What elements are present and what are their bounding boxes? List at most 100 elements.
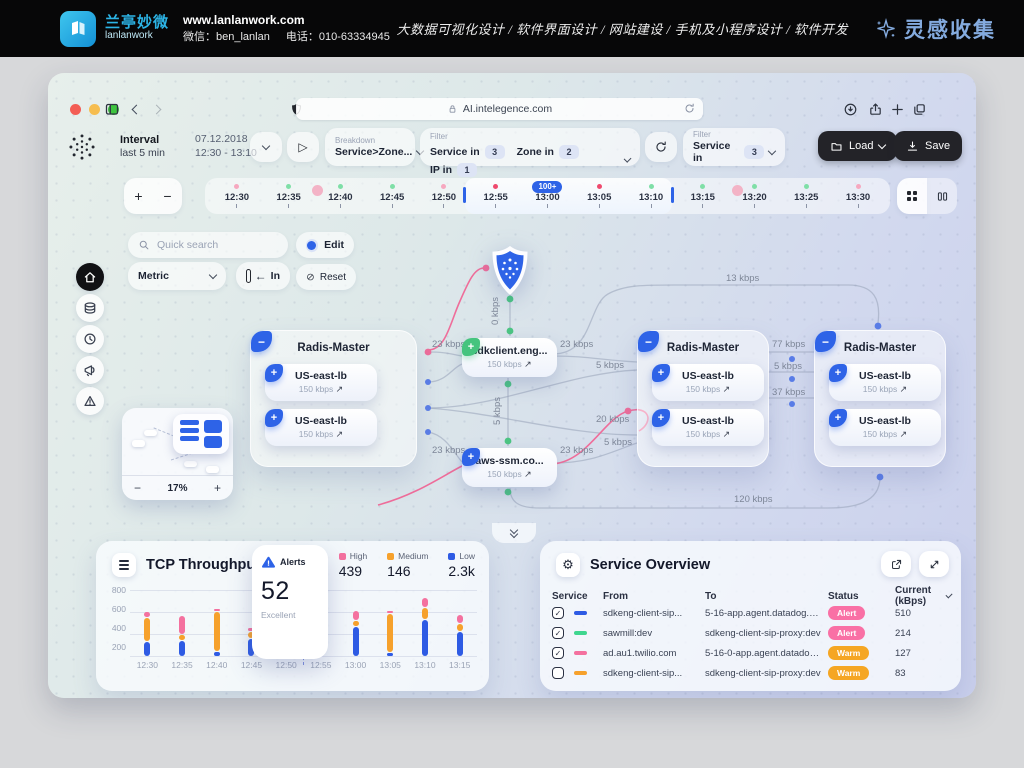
timeline-tick[interactable]: 13:05 (573, 182, 625, 214)
sidebar-item-warn[interactable] (76, 387, 104, 415)
expand-icon[interactable] (919, 551, 949, 577)
node-card[interactable]: +US-east-lb150 kbps ↗ (652, 364, 764, 401)
collapse-panels-button[interactable] (492, 523, 536, 543)
save-button[interactable]: Save (894, 131, 962, 161)
back-button[interactable] (126, 99, 146, 119)
gear-icon[interactable]: ⚙ (556, 553, 580, 577)
sidebar-toggle-icon[interactable] (102, 99, 122, 119)
play-button[interactable]: ▷ (287, 132, 319, 162)
new-tab-icon[interactable] (887, 99, 907, 119)
row-checkbox[interactable]: ✓ (552, 627, 564, 639)
sidebar-item-db[interactable] (76, 294, 104, 322)
filter2-dropdown[interactable]: Filter Service in3 (683, 128, 785, 166)
close-window-button[interactable] (70, 104, 81, 115)
node-group[interactable]: −Radis-Master+US-east-lb150 kbps ↗+US-ea… (637, 330, 769, 467)
app-logo-icon (66, 131, 98, 163)
timeline-tick[interactable]: 13:15 (677, 182, 729, 214)
minimap-zoom-out[interactable]: − (134, 481, 141, 495)
filter-dropdown[interactable]: Filter Service in3Zone in2IP in1 (420, 128, 640, 166)
table-row[interactable]: ✓sawmill:devsdkeng-client-sip-proxy:devA… (552, 623, 951, 643)
quick-search-input[interactable]: Quick search (128, 232, 288, 258)
bar-column[interactable]: 13:10 (408, 590, 443, 656)
downloads-icon[interactable] (840, 99, 860, 119)
node-card[interactable]: +US-east-lb150 kbps ↗ (829, 364, 941, 401)
row-checkbox[interactable]: ✓ (552, 607, 564, 619)
timeline-tick[interactable]: 13:30 (832, 182, 884, 214)
bar-column[interactable]: 12:30 (130, 590, 165, 656)
table-row[interactable]: ✓ad.au1.twilio.com5-16-0-app.agent.datad… (552, 643, 951, 663)
high-segment (457, 615, 463, 623)
zoom-out-button[interactable]: − (163, 188, 171, 204)
timeline-zoom-controls[interactable]: +− (124, 178, 182, 214)
timeline-tick[interactable]: 12:40 (315, 182, 367, 214)
minimap[interactable]: − 17% + (122, 408, 233, 500)
row-checkbox[interactable] (552, 667, 564, 679)
selection-left-handle[interactable] (463, 187, 466, 203)
timeline-tick[interactable]: 13:10 (625, 182, 677, 214)
bar-column[interactable]: 12:40 (199, 590, 234, 656)
chart-panel-icon[interactable] (112, 553, 136, 577)
tab-overview-icon[interactable] (909, 99, 929, 119)
count-badge: 1 (457, 163, 477, 177)
filter-chip[interactable]: Zone in2 (517, 145, 579, 159)
timeline-tick[interactable]: 12:30 (211, 182, 263, 214)
bar-column[interactable]: 12:35 (165, 590, 200, 656)
service-node[interactable]: +sdkclient.eng...150 kbps ↗ (462, 338, 557, 377)
grid-view-toggle[interactable] (897, 178, 927, 214)
table-row[interactable]: ✓sdkeng-client-sip...5-16-app.agent.data… (552, 603, 951, 623)
sidebar-item-home[interactable] (76, 263, 104, 291)
split-view-toggle[interactable] (927, 178, 957, 214)
interval-control[interactable]: Interval last 5 min (120, 133, 165, 161)
minimap-zoom-in[interactable]: + (214, 481, 221, 495)
collapse-group-badge[interactable]: − (251, 331, 272, 352)
metric-dropdown[interactable]: Metric (128, 262, 226, 290)
share-icon[interactable] (865, 99, 885, 119)
forward-button[interactable] (146, 99, 166, 119)
collapse-group-badge[interactable]: − (638, 331, 659, 352)
bar-column[interactable]: 13:00 (338, 590, 373, 656)
node-card[interactable]: +US-east-lb150 kbps ↗ (265, 409, 377, 446)
minimap-viewport[interactable] (173, 414, 229, 454)
edge-direction-control[interactable]: ← In (236, 262, 290, 290)
timeline-tick[interactable]: 13:25 (780, 182, 832, 214)
selection-right-handle[interactable] (671, 187, 674, 203)
timeline-tick[interactable]: 12:55 (470, 182, 522, 214)
timeline-tick[interactable]: 12:50 (418, 182, 470, 214)
timeline-tick[interactable]: 100+13:00 (522, 182, 574, 214)
sidebar-item-mega[interactable] (76, 356, 104, 384)
address-bar[interactable]: AI.intelegence.com (296, 98, 703, 120)
filter-chip[interactable]: Service in3 (430, 145, 505, 159)
bar-column[interactable]: 13:15 (442, 590, 477, 656)
breakdown-dropdown[interactable]: Breakdown Service>Zone... (325, 128, 415, 166)
reload-icon[interactable] (683, 102, 696, 118)
tick-dot-slot (597, 182, 602, 191)
filter-chip[interactable]: IP in1 (430, 163, 477, 177)
firewall-shield-node[interactable] (484, 243, 536, 299)
row-checkbox[interactable]: ✓ (552, 647, 564, 659)
timeline-tick[interactable]: 12:45 (366, 182, 418, 214)
timeline-tick[interactable]: 12:35 (263, 182, 315, 214)
minimize-window-button[interactable] (89, 104, 100, 115)
bar-column[interactable]: 13:05 (373, 590, 408, 656)
load-button[interactable]: Load (818, 131, 897, 161)
refresh-button[interactable] (645, 132, 677, 162)
reset-button[interactable]: Reset (296, 264, 356, 290)
zoom-in-button[interactable]: + (134, 188, 142, 204)
edit-toggle[interactable]: Edit (296, 232, 354, 258)
collapse-group-badge[interactable]: − (815, 331, 836, 352)
edit-switch[interactable] (306, 239, 318, 252)
timeline[interactable]: 12:3012:3512:4012:4512:5012:55100+13:001… (205, 178, 890, 214)
node-card[interactable]: +US-east-lb150 kbps ↗ (652, 409, 764, 446)
timeline-tick[interactable]: 13:20 (729, 182, 781, 214)
node-value: 150 kbps ↗ (833, 429, 937, 440)
service-node[interactable]: +aws-ssm.co...150 kbps ↗ (462, 448, 557, 487)
node-card[interactable]: +US-east-lb150 kbps ↗ (829, 409, 941, 446)
interval-dropdown-button[interactable] (250, 132, 282, 162)
sidebar-item-clock[interactable] (76, 325, 104, 353)
table-row[interactable]: sdkeng-client-sip...sdkeng-client-sip-pr… (552, 663, 951, 683)
open-external-icon[interactable] (881, 551, 911, 577)
node-card[interactable]: +US-east-lb150 kbps ↗ (265, 364, 377, 401)
node-group[interactable]: −Radis-Master+US-east-lb150 kbps ↗+US-ea… (250, 330, 417, 467)
node-group[interactable]: −Radis-Master+US-east-lb150 kbps ↗+US-ea… (814, 330, 946, 467)
website-link[interactable]: www.lanlanwork.com (183, 11, 390, 29)
